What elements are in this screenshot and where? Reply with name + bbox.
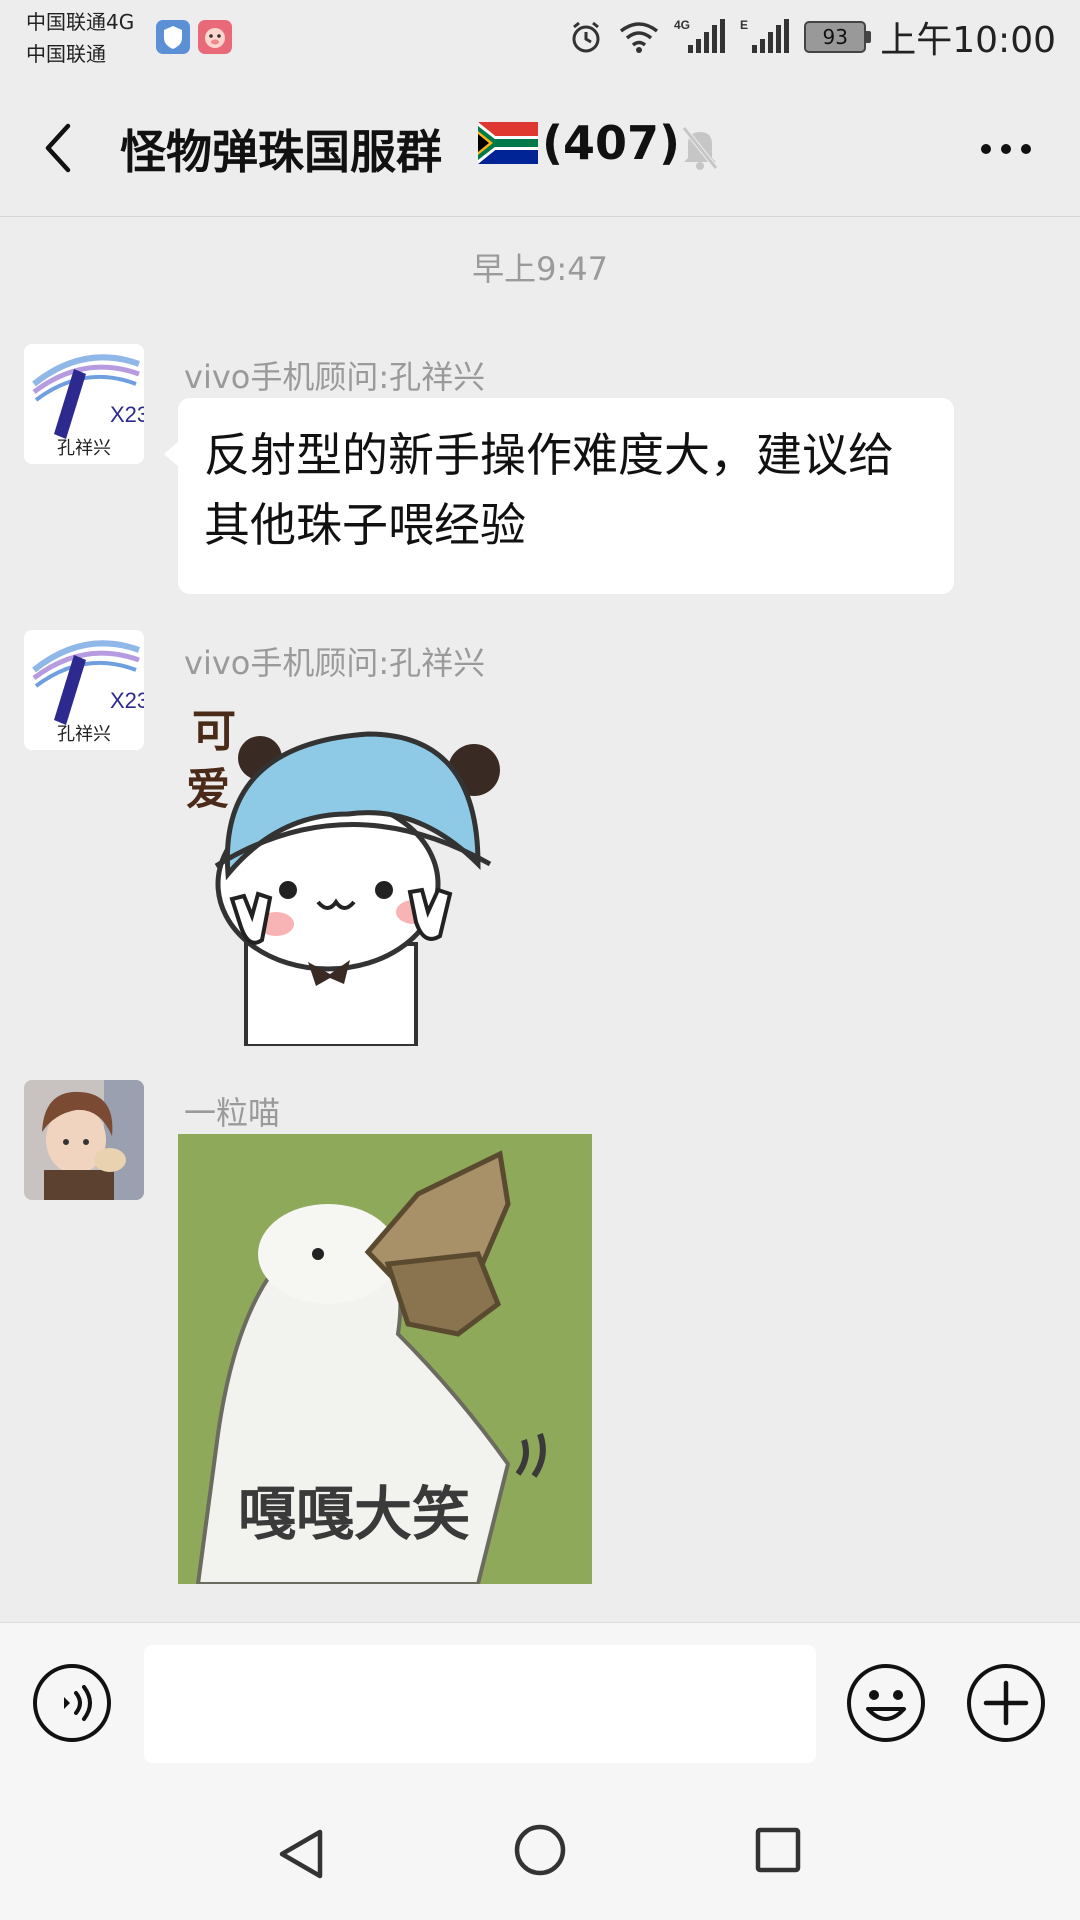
status-icons: 4G E 93 上午10:00 — [568, 12, 1056, 62]
wifi-icon — [620, 22, 659, 53]
plus-button[interactable] — [966, 1663, 1046, 1743]
signal-4g-icon: 4G — [674, 18, 726, 53]
south-africa-flag-icon — [478, 122, 538, 164]
message-text: 反射型的新手操作难度大，建议给其他珠子喂经验 — [204, 428, 894, 552]
nav-home-icon — [514, 1824, 566, 1876]
sticker-cute-bear[interactable]: 可 爱 — [178, 694, 538, 1048]
message-input[interactable] — [144, 1645, 816, 1763]
avatar-label-text: 孔祥兴 — [57, 438, 111, 459]
carrier-secondary: 中国联通 — [26, 42, 106, 66]
member-count: (407) — [542, 116, 681, 170]
system-nav-bar — [0, 1790, 1080, 1920]
message-bubble[interactable]: 反射型的新手操作难度大，建议给其他珠子喂经验 — [164, 398, 954, 594]
carrier-primary: 中国联通4G — [26, 10, 135, 34]
svg-text:4G: 4G — [674, 18, 690, 32]
alarm-icon — [572, 21, 600, 53]
emoji-button[interactable] — [846, 1663, 926, 1743]
time-separator: 早上9:47 — [472, 250, 608, 288]
nav-recent-button[interactable] — [754, 1826, 802, 1874]
signal-e-icon: E — [740, 18, 790, 53]
nav-home-button[interactable] — [514, 1824, 566, 1876]
back-button[interactable] — [36, 116, 84, 180]
sender-name: 一粒喵 — [184, 1094, 281, 1132]
battery-icon: 93 — [804, 21, 872, 53]
avatar[interactable] — [24, 1080, 144, 1200]
mute-bell-icon — [680, 124, 720, 172]
sticker-laughing-goose[interactable]: 嘎嘎大笑 — [178, 1134, 592, 1586]
nav-back-icon — [279, 1829, 323, 1879]
avatar[interactable]: X23 孔祥兴 — [24, 630, 144, 750]
pig-app-icon — [198, 20, 232, 54]
chat-header: 怪物弹珠国服群 (407) — [0, 80, 1080, 217]
status-time: 上午10:00 — [880, 20, 1056, 61]
sticker-caption-char-2: 爱 — [186, 764, 230, 815]
chat-title: 怪物弹珠国服群 — [120, 125, 442, 179]
shield-app-icon — [156, 20, 190, 54]
svg-text:E: E — [740, 18, 748, 32]
nav-back-button[interactable] — [276, 1826, 328, 1882]
sticker-caption-char-1: 可 — [192, 706, 236, 757]
avatar[interactable]: X23 孔祥兴 — [24, 344, 144, 464]
more-button[interactable] — [972, 124, 1040, 174]
status-bar: 中国联通4G 中国联通 4G E 93 上午10:00 — [0, 0, 1080, 80]
sticker-caption-text: 嘎嘎大笑 — [238, 1480, 470, 1548]
voice-icon — [33, 1664, 111, 1742]
avatar-badge-text: X23 — [110, 688, 144, 713]
voice-button[interactable] — [32, 1663, 112, 1743]
sender-name: vivo手机顾问:孔祥兴 — [184, 644, 486, 682]
back-icon — [45, 123, 71, 173]
avatar-label-text: 孔祥兴 — [57, 724, 111, 745]
plus-icon — [967, 1664, 1045, 1742]
avatar-badge-text: X23 — [110, 402, 144, 427]
input-bar — [0, 1622, 1080, 1791]
sender-name: vivo手机顾问:孔祥兴 — [184, 358, 486, 396]
more-icon — [981, 144, 1031, 154]
emoji-icon — [847, 1664, 925, 1742]
nav-recent-icon — [755, 1827, 801, 1873]
